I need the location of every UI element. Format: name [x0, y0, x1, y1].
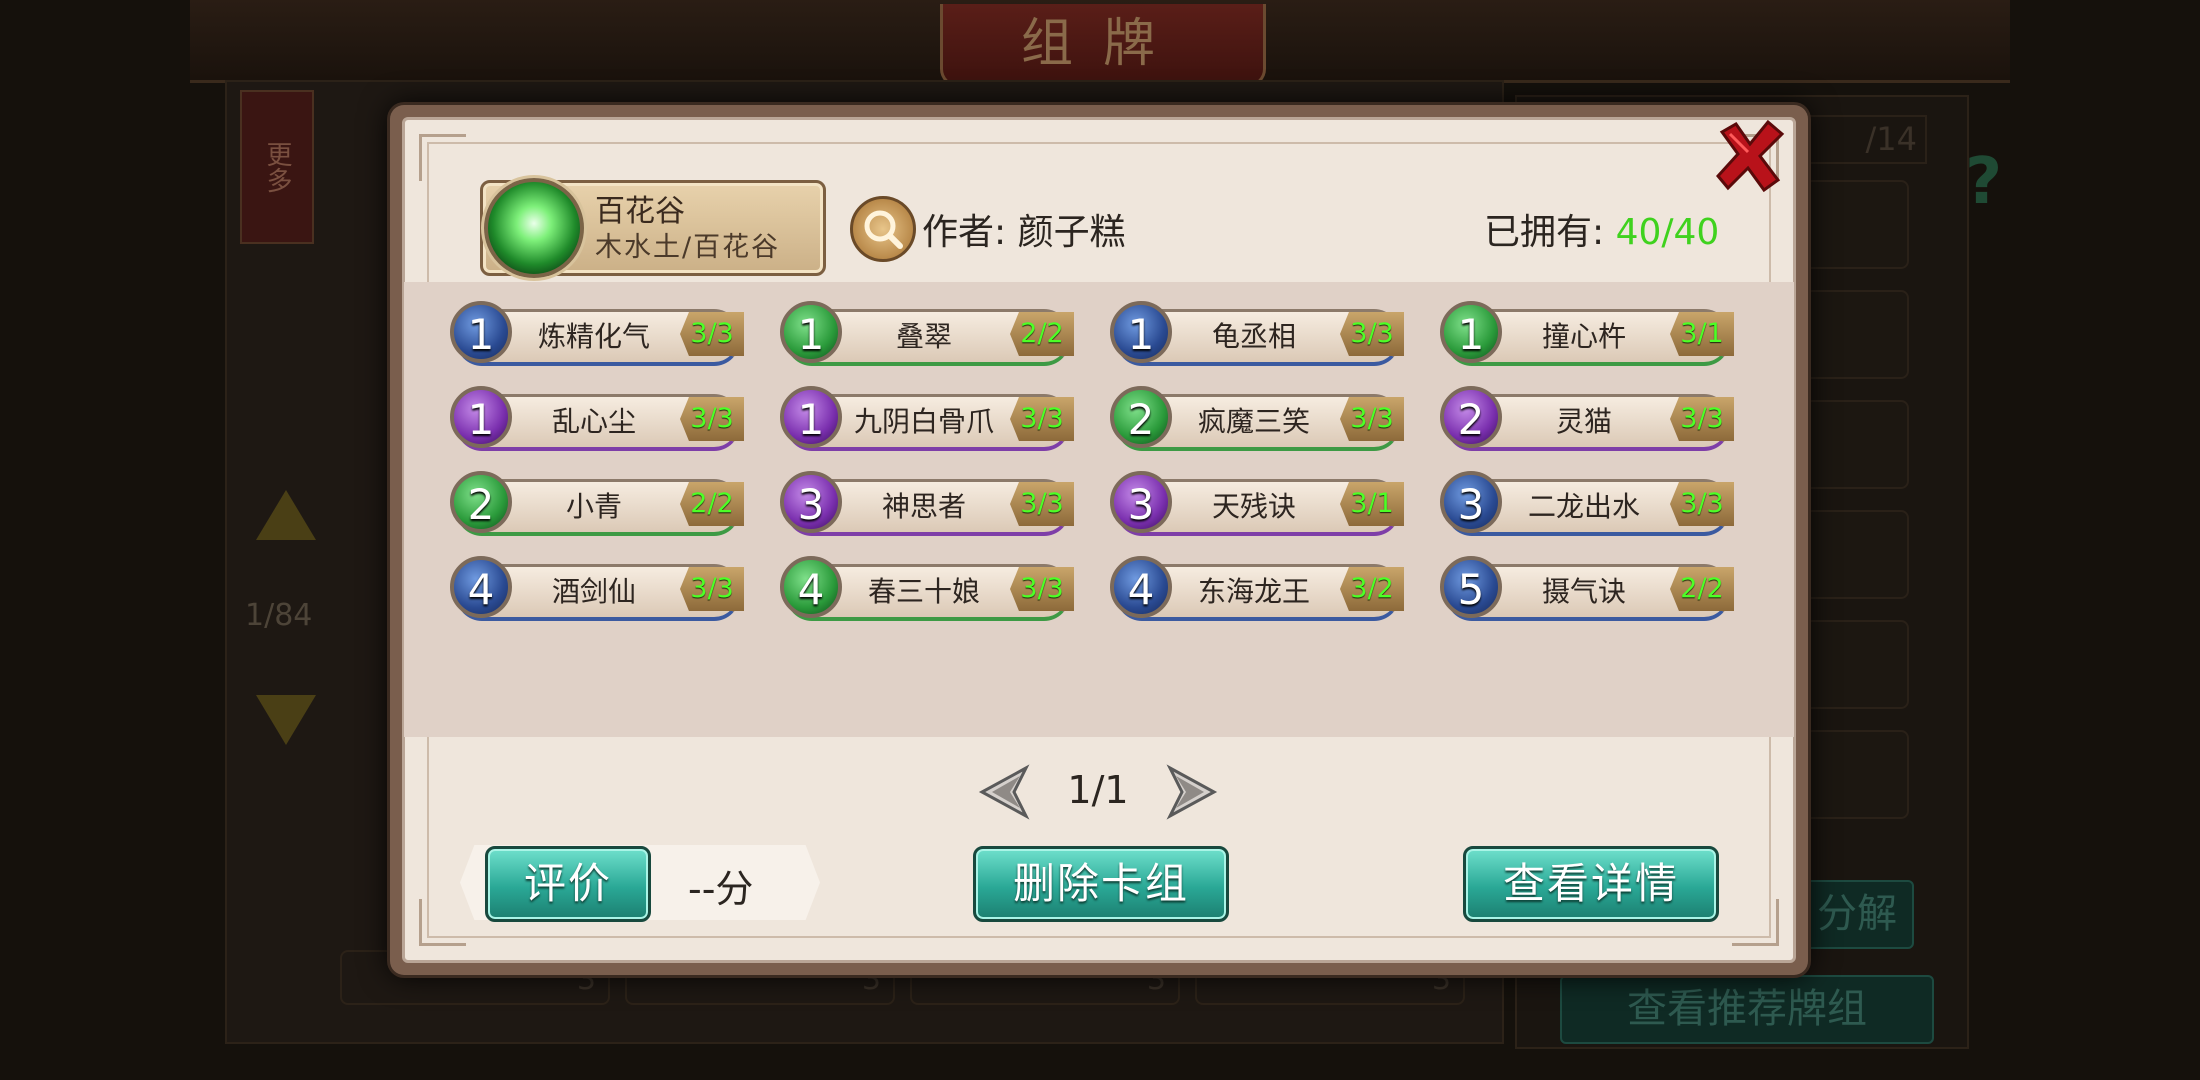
card-count: 2/2 [1670, 567, 1734, 611]
magnifier-icon[interactable] [850, 196, 916, 262]
card-cost: 1 [1110, 301, 1172, 363]
card-cost: 3 [1440, 471, 1502, 533]
card-name: 东海龙王 [1197, 575, 1310, 608]
deck-badge: 百花谷 木水土/百花谷 [480, 178, 826, 278]
frame-corner [419, 899, 466, 946]
card-cost: 2 [1110, 386, 1172, 448]
card-name: 九阴白骨爪 [853, 405, 994, 438]
card-name: 灵猫 [1555, 405, 1612, 438]
owned-label: 已拥有: [1484, 212, 1616, 253]
card-name: 春三十娘 [867, 575, 980, 608]
card-cost: 1 [1440, 301, 1502, 363]
deck-slot [1795, 730, 1909, 819]
screen-title: 组牌 [940, 4, 1266, 87]
card-count: 3/3 [1670, 397, 1734, 441]
card-item[interactable]: 3 神思者 3/3 [772, 469, 1077, 539]
owned-value: 40/40 [1615, 212, 1720, 253]
card-name: 神思者 [881, 490, 966, 523]
deck-slot [1795, 510, 1909, 599]
deck-slot [1795, 400, 1909, 489]
more-tab: 更多 [240, 90, 314, 244]
card-count: 2/2 [680, 482, 744, 526]
deck-name: 百花谷 [595, 194, 685, 229]
recommended-decks-button: 查看推荐牌组 [1560, 975, 1934, 1044]
card-cost: 1 [450, 301, 512, 363]
scroll-down-icon [256, 695, 316, 745]
frame-corner [419, 134, 466, 181]
card-name: 二龙出水 [1527, 490, 1640, 523]
frame-corner [1732, 899, 1779, 946]
card-name: 天残诀 [1211, 490, 1296, 523]
owned-count: 已拥有: 40/40 [1484, 203, 1719, 255]
card-item[interactable]: 3 二龙出水 3/3 [1432, 469, 1737, 539]
deck-author: 作者: 颜子糕 [922, 212, 1126, 253]
card-name: 叠翠 [895, 320, 952, 353]
card-name: 乱心尘 [551, 405, 636, 438]
delete-deck-button[interactable]: 删除卡组 [973, 846, 1229, 922]
deck-page-indicator: /14 [1795, 115, 1927, 164]
card-name: 疯魔三笑 [1197, 405, 1310, 438]
card-count: 3/3 [1340, 397, 1404, 441]
score-value: --分 [688, 867, 754, 911]
card-name: 炼精化气 [537, 320, 650, 353]
card-item[interactable]: 4 酒剑仙 3/3 [442, 554, 747, 624]
card-count: 3/3 [1010, 482, 1074, 526]
card-item[interactable]: 1 九阴白骨爪 3/3 [772, 384, 1077, 454]
card-count: 3/1 [1670, 312, 1734, 356]
card-item[interactable]: 1 炼精化气 3/3 [442, 299, 747, 369]
deck-slot [1795, 180, 1909, 269]
card-cost: 1 [780, 386, 842, 448]
card-item[interactable]: 1 乱心尘 3/3 [442, 384, 747, 454]
rate-button[interactable]: 评价 [485, 846, 651, 922]
card-item[interactable]: 2 小青 2/2 [442, 469, 747, 539]
card-count: 3/3 [1010, 397, 1074, 441]
card-item[interactable]: 4 春三十娘 3/3 [772, 554, 1077, 624]
card-count: 3/3 [680, 312, 744, 356]
deck-slot [1795, 290, 1909, 379]
card-cost: 4 [1110, 556, 1172, 618]
card-name: 小青 [565, 490, 622, 523]
card-cost: 4 [450, 556, 512, 618]
scroll-up-icon [256, 490, 316, 540]
card-cost: 3 [1110, 471, 1172, 533]
card-item[interactable]: 2 灵猫 3/3 [1432, 384, 1737, 454]
deck-element-orb-icon [484, 178, 584, 278]
view-details-button[interactable]: 查看详情 [1463, 846, 1719, 922]
page-indicator: 1/1 [1067, 768, 1129, 812]
card-item[interactable]: 1 龟丞相 3/3 [1102, 299, 1407, 369]
card-cost: 1 [450, 386, 512, 448]
card-item[interactable]: 4 东海龙王 3/2 [1102, 554, 1407, 624]
card-item[interactable]: 2 疯魔三笑 3/3 [1102, 384, 1407, 454]
card-count: 3/2 [1340, 567, 1404, 611]
card-name: 酒剑仙 [551, 575, 636, 608]
card-item[interactable]: 5 摄气诀 2/2 [1432, 554, 1737, 624]
deck-subtitle: 木水土/百花谷 [595, 232, 781, 263]
card-item[interactable]: 1 叠翠 2/2 [772, 299, 1077, 369]
card-cost: 2 [450, 471, 512, 533]
card-cost: 5 [1440, 556, 1502, 618]
card-cost: 4 [780, 556, 842, 618]
card-name: 摄气诀 [1541, 575, 1626, 608]
next-page-icon[interactable] [1166, 764, 1218, 820]
card-cost: 3 [780, 471, 842, 533]
card-count: 3/3 [1340, 312, 1404, 356]
card-count: 3/3 [1010, 567, 1074, 611]
card-count: 3/1 [1340, 482, 1404, 526]
card-count: 3/3 [680, 567, 744, 611]
card-name: 撞心杵 [1541, 320, 1626, 353]
disassemble-button: 分解 [1800, 880, 1914, 949]
card-name: 龟丞相 [1211, 320, 1296, 353]
card-count: 3/3 [1670, 482, 1734, 526]
card-item[interactable]: 1 撞心杵 3/1 [1432, 299, 1737, 369]
card-cost: 2 [1440, 386, 1502, 448]
close-icon[interactable] [1712, 118, 1788, 194]
library-page-indicator: 1/84 [245, 598, 313, 633]
help-icon: ? [1965, 145, 2003, 219]
prev-page-icon[interactable] [978, 764, 1030, 820]
card-cost: 1 [780, 301, 842, 363]
card-count: 2/2 [1010, 312, 1074, 356]
card-item[interactable]: 3 天残诀 3/1 [1102, 469, 1407, 539]
card-count: 3/3 [680, 397, 744, 441]
deck-slot [1795, 620, 1909, 709]
